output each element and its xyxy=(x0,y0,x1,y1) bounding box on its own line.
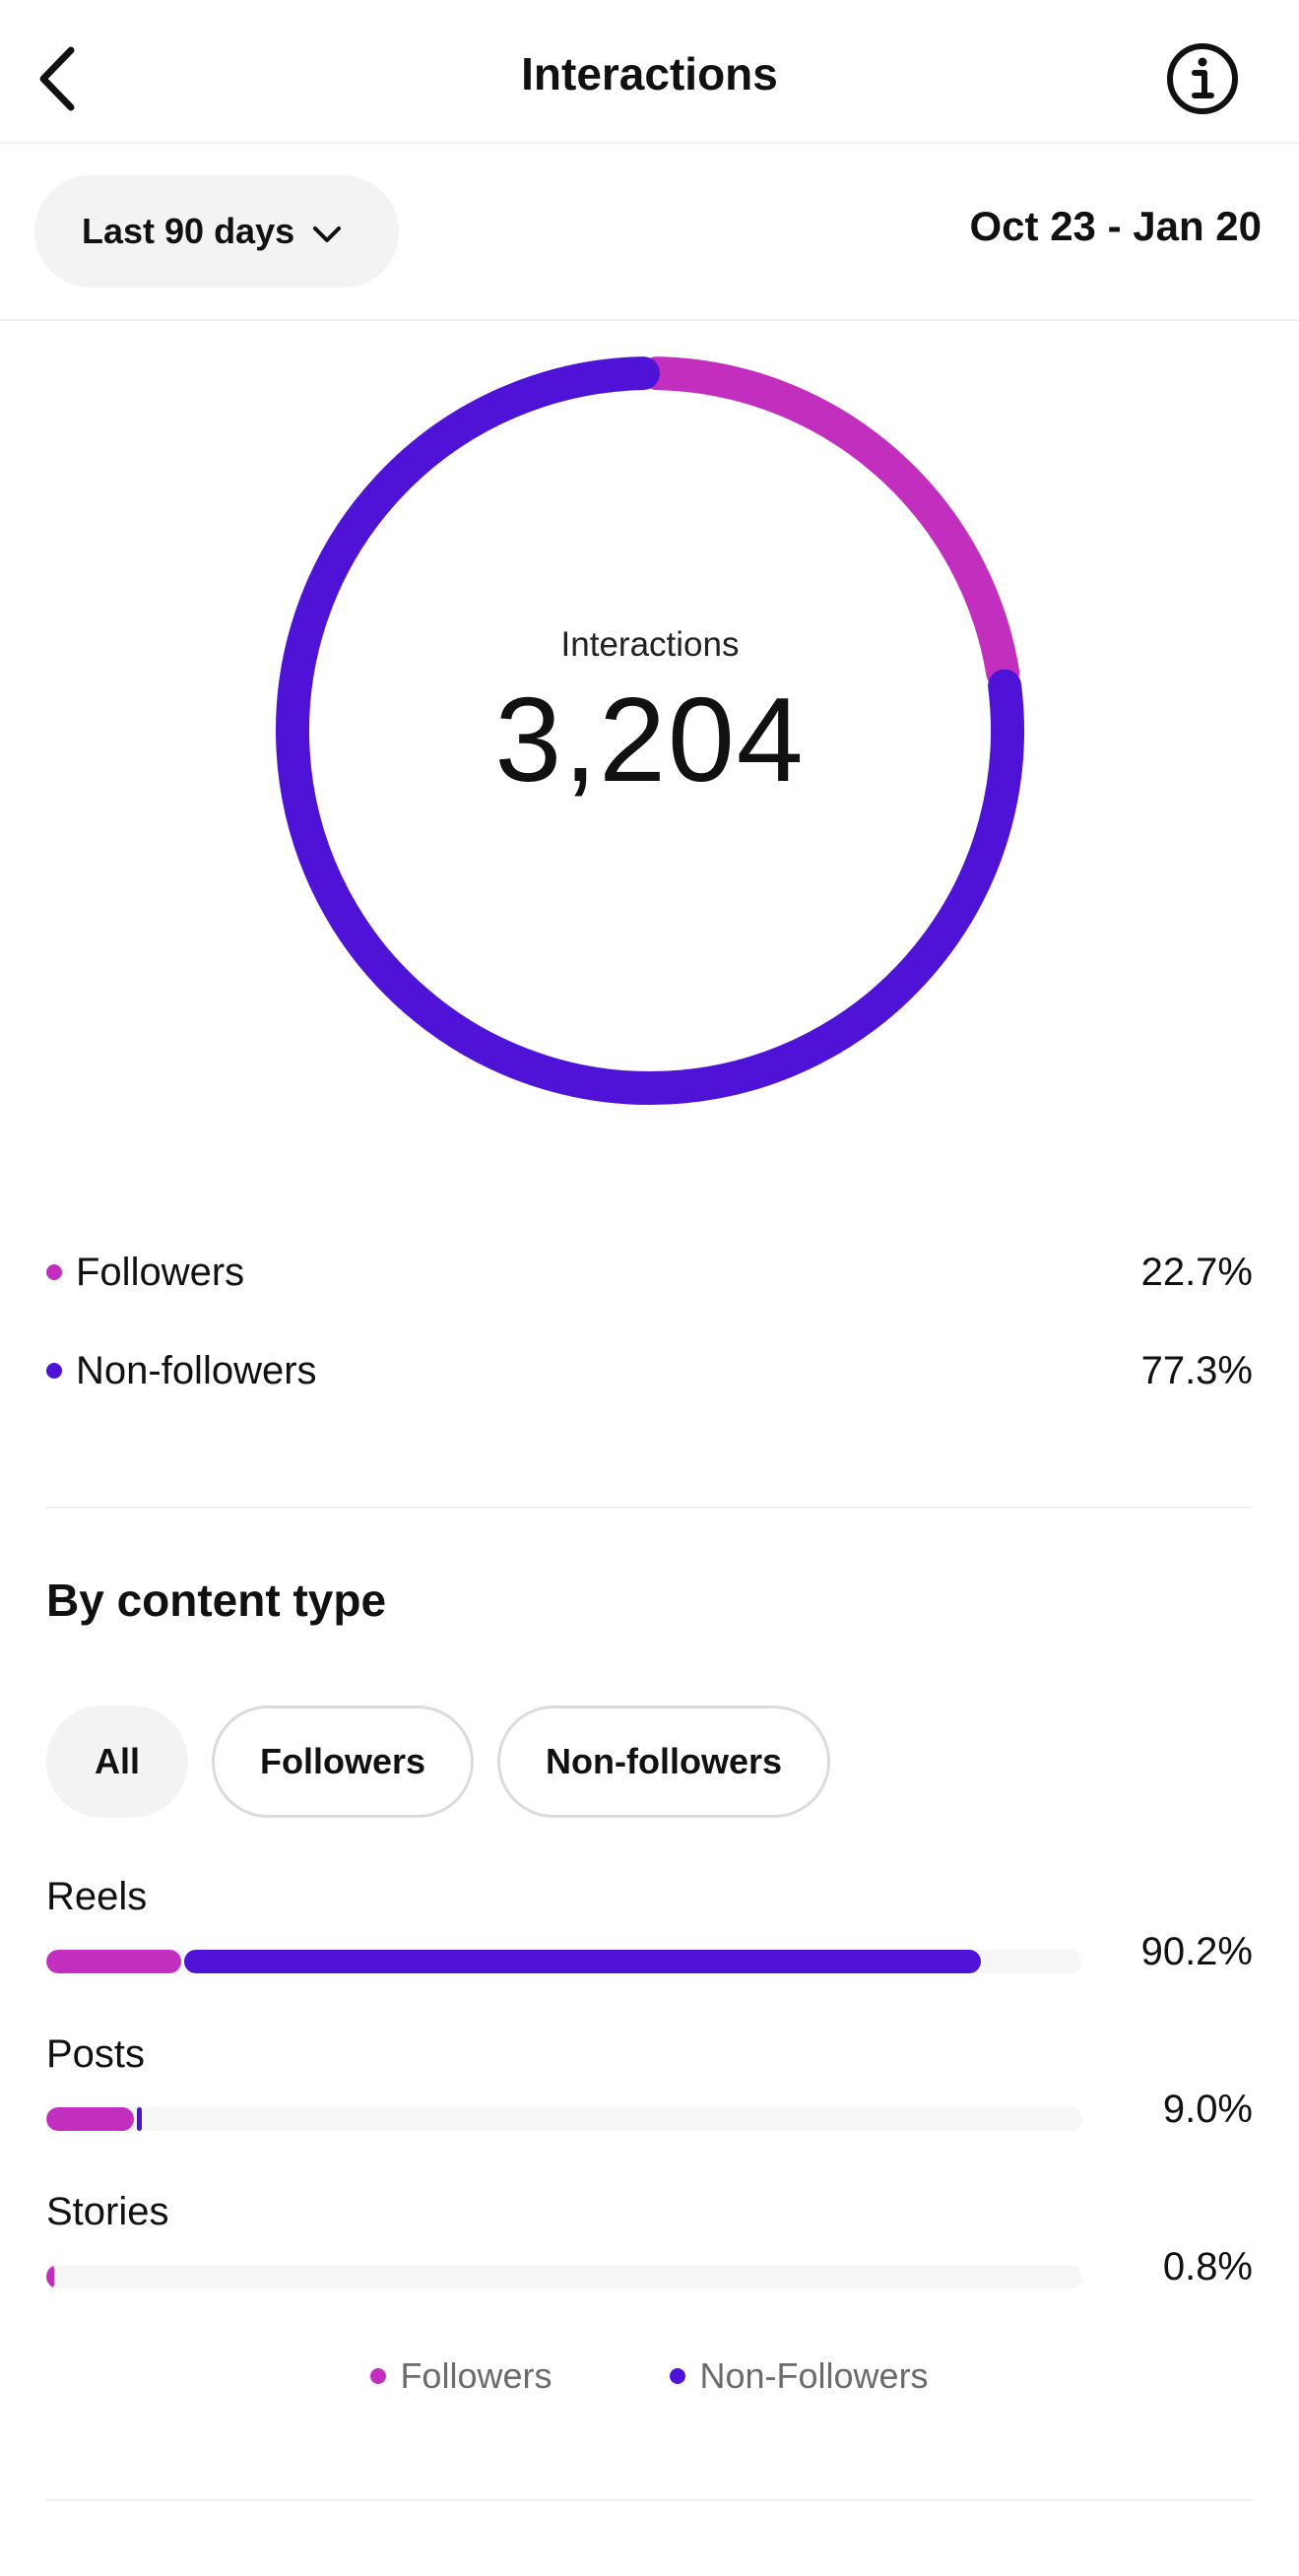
bar-row-stories: Stories 0.8% xyxy=(46,2190,1253,2304)
filter-row: Last 90 days Oct 23 - Jan 20 xyxy=(0,144,1299,321)
non-followers-dot xyxy=(46,1363,62,1379)
divider xyxy=(46,2499,1253,2501)
bar-legend-label: Non-Followers xyxy=(699,2355,929,2396)
bar-track xyxy=(46,2265,1082,2288)
audience-filter-chips: All Followers Non-followers xyxy=(46,1706,831,1818)
divider xyxy=(46,1507,1253,1509)
bar-row-posts: Posts 9.0% xyxy=(46,2032,1253,2147)
followers-dot xyxy=(46,1264,62,1280)
non-followers-dot xyxy=(670,2368,686,2384)
bar-legend-followers: Followers xyxy=(370,2355,552,2397)
donut-label: Interactions xyxy=(560,625,740,664)
bar-segment-stories-followers xyxy=(46,2265,55,2288)
legend-percentage: 77.3% xyxy=(1140,1348,1253,1392)
chip-all[interactable]: All xyxy=(46,1706,189,1818)
legend-followers: Followers 22.7% xyxy=(46,1243,1253,1302)
bar-segment-reels-followers xyxy=(46,1950,181,1973)
donut-center: Interactions 3,204 xyxy=(274,354,1026,1107)
page-title: Interactions xyxy=(521,48,778,99)
bar-label: Posts xyxy=(46,2032,146,2076)
bar-label: Stories xyxy=(46,2190,169,2233)
followers-dot xyxy=(370,2368,387,2384)
section-title: By content type xyxy=(46,1575,387,1626)
bar-percentage: 9.0% xyxy=(1162,2088,1253,2131)
legend-label: Non-followers xyxy=(76,1348,317,1392)
bar-percentage: 90.2% xyxy=(1140,1930,1253,1973)
bar-track xyxy=(46,1950,1082,1973)
bar-row-reels: Reels 90.2% xyxy=(46,1875,1253,1989)
legend-non-followers: Non-followers 77.3% xyxy=(46,1341,1253,1400)
date-range-dropdown-label: Last 90 days xyxy=(82,211,295,251)
legend-percentage: 22.7% xyxy=(1140,1250,1253,1294)
bar-segment-reels-non-followers xyxy=(183,1950,981,1973)
bar-track xyxy=(46,2107,1082,2131)
bar-legend-non-followers: Non-Followers xyxy=(670,2355,929,2397)
bar-segment-posts-non-followers xyxy=(137,2107,143,2131)
bar-percentage: 0.8% xyxy=(1162,2245,1253,2288)
bar-segment-posts-followers xyxy=(46,2107,135,2131)
chevron-down-icon xyxy=(312,211,342,252)
chip-followers[interactable]: Followers xyxy=(212,1706,475,1818)
date-range-dropdown[interactable]: Last 90 days xyxy=(34,175,399,288)
bar-legend: Followers Non-Followers xyxy=(0,2355,1299,2397)
info-icon xyxy=(1167,43,1238,114)
bar-legend-label: Followers xyxy=(400,2355,552,2396)
info-button[interactable] xyxy=(1165,41,1240,116)
chip-non-followers[interactable]: Non-followers xyxy=(497,1706,831,1818)
top-bar: Interactions xyxy=(0,0,1299,144)
date-range-text: Oct 23 - Jan 20 xyxy=(969,203,1262,249)
interactions-total: 3,204 xyxy=(494,673,806,806)
legend-label: Followers xyxy=(76,1250,245,1294)
bar-label: Reels xyxy=(46,1875,148,1918)
